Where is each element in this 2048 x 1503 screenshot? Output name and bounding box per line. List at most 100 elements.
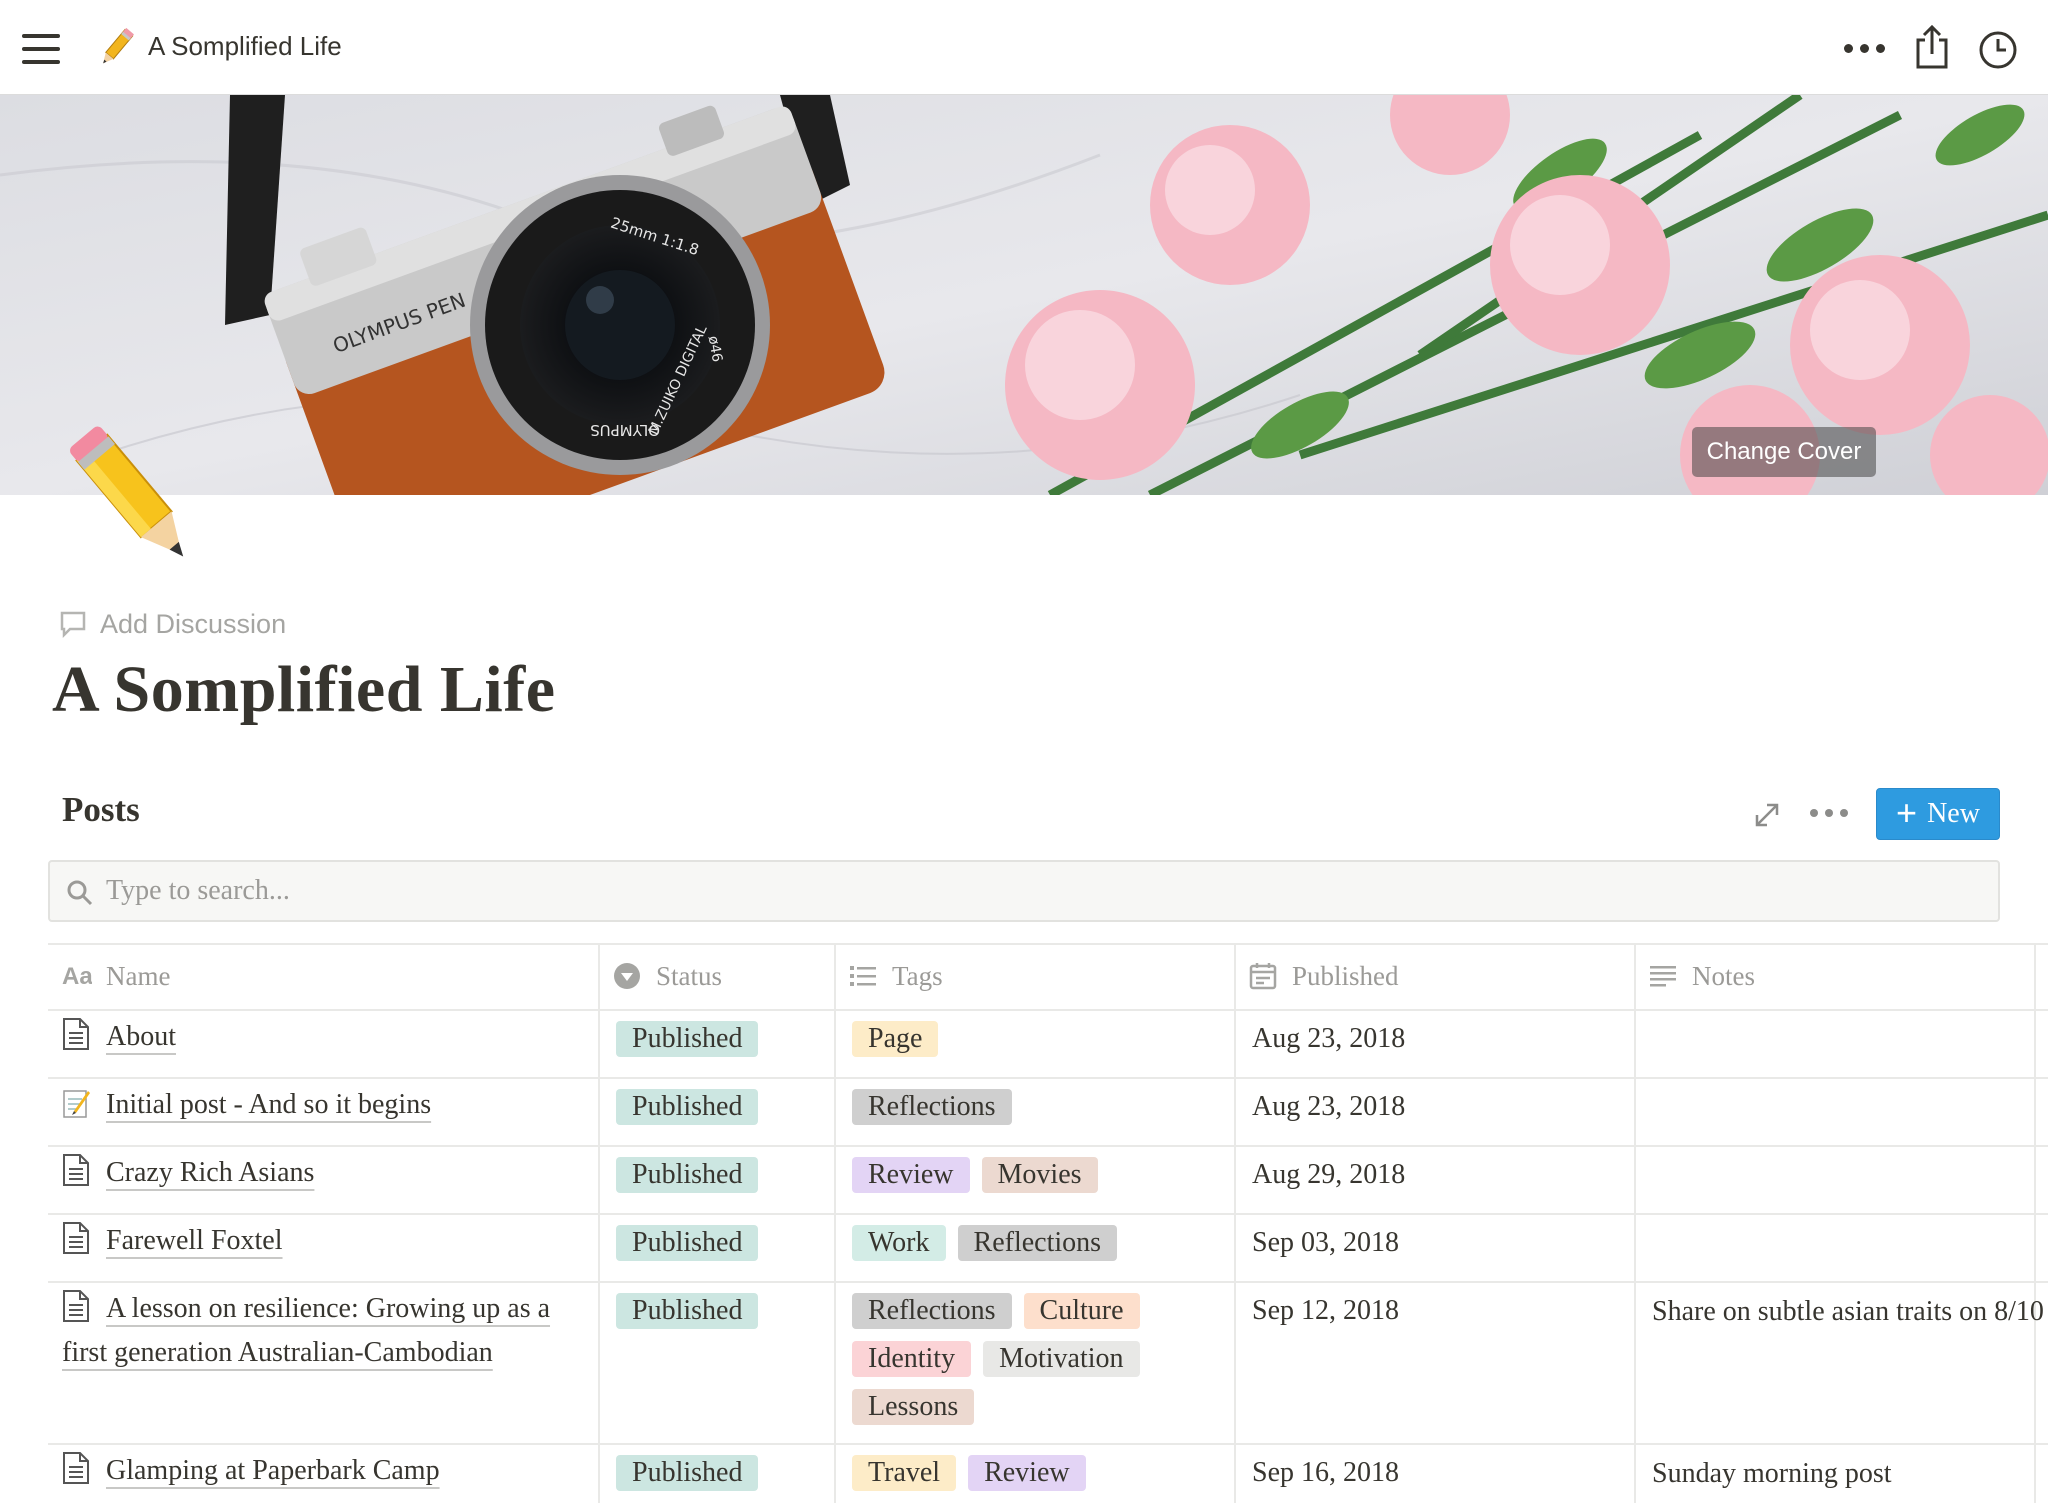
row-name[interactable]: Farewell Foxtel [106,1225,283,1256]
search-bar [48,860,2000,922]
name-cell[interactable]: A lesson on resilience: Growing up as a … [62,1281,602,1375]
tag-badge: Movies [981,1157,1098,1193]
status-cell[interactable]: Published [616,1145,770,1205]
tag-badge: Motivation [983,1341,1140,1377]
status-badge: Published [616,1225,759,1261]
new-button[interactable]: + New [1876,788,2000,840]
notes-cell[interactable] [1652,1145,2048,1155]
calendar-icon [1249,963,1277,990]
tags-cell[interactable]: Travel Review [852,1443,1232,1503]
tags-cell[interactable]: Reflections [852,1077,1232,1137]
new-button-label: New [1927,798,1980,829]
row-name[interactable]: Initial post - And so it begins [106,1089,431,1120]
notes-cell[interactable] [1652,1213,2048,1223]
tag-badge: Work [852,1225,946,1261]
status-cell[interactable]: Published [616,1009,770,1069]
add-discussion-label: Add Discussion [100,608,287,639]
tags-cell[interactable]: Page [852,1009,1232,1069]
column-header-tags[interactable]: Tags [834,943,943,1009]
tag-badge: Culture [1023,1293,1140,1329]
column-header-label: Tags [892,960,943,991]
row-name[interactable]: Crazy Rich Asians [106,1157,314,1188]
status-cell[interactable]: Published [616,1213,770,1273]
status-cell[interactable]: Published [616,1443,770,1503]
expand-icon[interactable] [1752,800,1782,830]
name-cell[interactable]: About [62,1009,602,1059]
pencil-icon [103,27,134,64]
table-row[interactable]: About Published Page Aug 23, 2018 [48,1009,2048,1077]
column-header-published[interactable]: Published [1234,943,1399,1009]
database-more-icon[interactable] [1808,806,1850,822]
tag-badge: Identity [852,1341,972,1377]
published-date[interactable]: Aug 23, 2018 [1252,1009,1405,1059]
hamburger-icon[interactable] [22,34,60,64]
tag-badge: Travel [852,1455,957,1491]
more-horizontal-icon[interactable] [1842,38,1888,58]
tag-badge: Reflections [852,1089,1012,1125]
column-header-status[interactable]: Status [598,943,722,1009]
published-date[interactable]: Sep 12, 2018 [1252,1281,1399,1331]
table-row[interactable]: Farewell Foxtel Published Work Reflection… [48,1213,2048,1281]
row-name[interactable]: About [106,1021,176,1052]
tags-cell[interactable]: Reflections Culture Identity MotivationLess… [852,1281,1232,1437]
published-date[interactable]: Aug 23, 2018 [1252,1077,1405,1127]
column-header-notes[interactable]: Notes [1634,943,1755,1009]
table-row[interactable]: A lesson on resilience: Growing up as a … [48,1281,2048,1443]
lens-brand-text: OLYMPUS [590,421,660,439]
document-icon [63,1452,89,1484]
document-icon [63,1222,89,1254]
search-icon [67,880,93,906]
share-icon[interactable] [1912,24,1952,70]
clock-icon[interactable] [1978,30,2018,70]
text-lines-icon [1650,966,1676,987]
published-date[interactable]: Sep 03, 2018 [1252,1213,1399,1263]
notes-cell[interactable]: Share on subtle asian traits on 8/10 [1652,1281,2048,1333]
breadcrumb-title[interactable]: A Somplified Life [148,31,342,62]
name-cell[interactable]: Initial post - And so it begins [62,1077,602,1127]
tag-badge: Review [852,1157,970,1193]
status-cell[interactable]: Published [616,1281,770,1341]
status-cell[interactable]: Published [616,1077,770,1137]
database-title[interactable]: Posts [62,790,140,830]
notes-cell[interactable] [1652,1009,2048,1019]
notes-cell[interactable] [1652,1077,2048,1087]
search-input[interactable] [106,870,1966,912]
table-row[interactable]: Crazy Rich Asians Published Review Movies… [48,1145,2048,1213]
status-badge: Published [616,1157,759,1193]
multi-select-property-icon [850,966,876,986]
select-property-icon [614,963,640,989]
status-badge: Published [616,1089,759,1125]
comment-icon [60,611,86,639]
document-icon [63,1154,89,1186]
column-header-name[interactable]: Aa Name [48,943,170,1009]
notes-cell[interactable]: Sunday morning post [1652,1443,2048,1495]
pencil-icon[interactable] [50,414,220,584]
name-cell[interactable]: Crazy Rich Asians [62,1145,602,1195]
name-cell[interactable]: Glamping at Paperbark Camp [62,1443,602,1493]
document-icon [63,1290,89,1322]
column-header-label: Notes [1692,960,1755,991]
document-icon [63,1018,89,1050]
tag-badge: Reflections [957,1225,1118,1261]
tag-badge: Page [852,1021,939,1057]
row-name[interactable]: Glamping at Paperbark Camp [106,1455,440,1486]
change-cover-button[interactable]: Change Cover [1692,427,1876,477]
tags-cell[interactable]: Work Reflections [852,1213,1232,1273]
column-header-label: Name [106,960,171,991]
published-date[interactable]: Aug 29, 2018 [1252,1145,1405,1195]
add-discussion-button[interactable]: Add Discussion [58,606,286,642]
plus-icon: + [1896,791,1918,833]
text-property-icon: Aa [62,963,92,990]
name-cell[interactable]: Farewell Foxtel [62,1213,602,1263]
tags-cell[interactable]: Review Movies [852,1145,1232,1205]
column-header-label: Published [1292,960,1399,991]
published-date[interactable]: Sep 16, 2018 [1252,1443,1399,1493]
svg-text:Aa: Aa [62,963,92,990]
table-row[interactable]: Initial post - And so it begins Publishe… [48,1077,2048,1145]
status-badge: Published [616,1021,759,1057]
table-row[interactable]: Glamping at Paperbark Camp Published Tra… [48,1443,2048,1503]
row-name[interactable]: A lesson on resilience: Growing up as a … [62,1293,550,1368]
status-badge: Published [616,1455,759,1491]
page-title[interactable]: A Somplified Life [52,652,556,728]
top-bar: A Somplified Life [0,0,2048,95]
